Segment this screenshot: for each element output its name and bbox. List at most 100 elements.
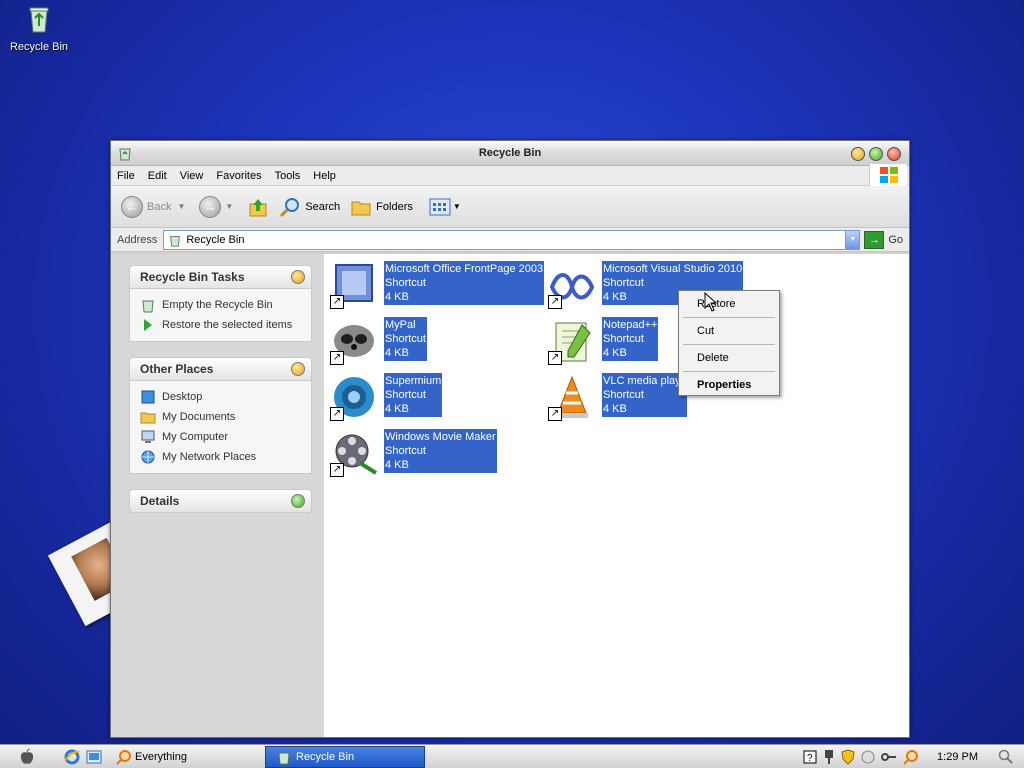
mypal-icon: ↗ xyxy=(330,317,378,365)
visual-studio-icon: ↗ xyxy=(548,261,596,309)
menu-help[interactable]: Help xyxy=(313,170,336,182)
chevron-down-icon: ▼ xyxy=(225,202,234,211)
recycle-bin-icon xyxy=(170,235,181,247)
place-network-link[interactable]: My Network Places xyxy=(140,447,301,467)
file-item[interactable]: ↗ Supermium Shortcut 4 KB xyxy=(330,373,443,421)
context-restore[interactable]: Restore xyxy=(679,293,779,315)
shortcut-arrow-icon: ↗ xyxy=(330,295,344,309)
menu-favorites[interactable]: Favorites xyxy=(216,170,261,182)
file-name: Windows Movie Maker xyxy=(385,431,496,443)
expand-icon[interactable] xyxy=(291,494,305,508)
everything-search-icon[interactable] xyxy=(903,749,919,765)
file-item[interactable]: ↗ Notepad++ Shortcut 4 KB xyxy=(548,317,659,365)
context-delete[interactable]: Delete xyxy=(679,347,779,369)
menu-bar: File Edit View Favorites Tools Help xyxy=(111,164,909,186)
context-menu: Restore Cut Delete Properties xyxy=(678,290,780,396)
menu-tools[interactable]: Tools xyxy=(275,170,301,182)
toolbar: ← Back ▼ → ▼ Search Folders ▼ xyxy=(111,186,909,228)
place-my-documents-link[interactable]: My Documents xyxy=(140,407,301,427)
desktop-recycle-bin[interactable]: Recycle Bin xyxy=(6,2,72,53)
back-button[interactable]: ← Back ▼ xyxy=(121,195,189,218)
file-type: Shortcut xyxy=(385,389,426,401)
menu-separator xyxy=(683,371,775,372)
window-title: Recycle Bin xyxy=(478,147,542,159)
address-input[interactable]: Recycle Bin ▼ xyxy=(163,229,861,250)
file-item[interactable]: ↗ Microsoft Office FrontPage 2003 Shortc… xyxy=(330,261,545,309)
places-panel-header[interactable]: Other Places xyxy=(129,357,312,381)
plug-icon[interactable] xyxy=(823,749,835,765)
everything-taskbar-button[interactable]: Everything xyxy=(116,749,187,765)
maximize-button[interactable] xyxy=(869,147,883,161)
quicklaunch-desktop[interactable] xyxy=(86,749,102,765)
shield-icon[interactable] xyxy=(841,749,855,765)
shortcut-arrow-icon: ↗ xyxy=(548,407,562,421)
file-item[interactable]: ↗ MyPal Shortcut 4 KB xyxy=(330,317,427,365)
place-my-computer-link[interactable]: My Computer xyxy=(140,427,301,447)
search-icon[interactable] xyxy=(998,749,1014,765)
empty-recycle-bin-link[interactable]: Empty the Recycle Bin xyxy=(140,295,301,315)
shortcut-arrow-icon: ↗ xyxy=(330,351,344,365)
recycle-bin-icon xyxy=(142,300,154,313)
up-folder-button[interactable] xyxy=(247,196,269,218)
file-size: 4 KB xyxy=(385,403,409,415)
address-bar: Address Recycle Bin ▼ → Go xyxy=(111,228,909,252)
file-item[interactable]: ↗ VLC media player Shortcut 4 KB xyxy=(548,373,687,421)
quicklaunch-ie[interactable] xyxy=(64,749,80,765)
go-button[interactable]: → Go xyxy=(864,230,903,249)
file-type: Shortcut xyxy=(385,445,426,457)
network-places-icon xyxy=(141,450,155,464)
globe-icon[interactable] xyxy=(861,750,875,764)
menu-file[interactable]: File xyxy=(117,170,135,182)
place-desktop-label: Desktop xyxy=(162,391,203,403)
search-icon xyxy=(280,197,300,217)
start-button[interactable] xyxy=(18,748,36,766)
context-cut[interactable]: Cut xyxy=(679,320,779,342)
file-name: Microsoft Visual Studio 2010 xyxy=(603,263,743,275)
svg-text:?: ? xyxy=(807,753,813,764)
back-arrow-icon: ← xyxy=(121,195,143,218)
tasks-panel-header[interactable]: Recycle Bin Tasks xyxy=(129,265,312,289)
active-window-label: Recycle Bin xyxy=(296,751,355,763)
menu-edit[interactable]: Edit xyxy=(148,170,167,182)
shortcut-arrow-icon: ↗ xyxy=(548,351,562,365)
context-properties[interactable]: Properties xyxy=(679,374,779,396)
folders-button[interactable]: Folders xyxy=(350,196,413,218)
title-bar[interactable]: Recycle Bin xyxy=(111,141,909,166)
supermium-icon: ↗ xyxy=(330,373,378,421)
details-panel-header[interactable]: Details xyxy=(129,489,312,513)
view-grid-icon xyxy=(429,198,451,215)
clock: 1:29 PM xyxy=(937,751,978,763)
windows-flag-icon xyxy=(869,164,907,186)
file-list: ↗ Microsoft Office FrontPage 2003 Shortc… xyxy=(324,254,909,737)
places-panel-title: Other Places xyxy=(140,362,214,376)
key-icon[interactable] xyxy=(881,752,897,762)
close-button[interactable] xyxy=(887,147,901,161)
place-my-documents-label: My Documents xyxy=(162,411,236,423)
search-button[interactable]: Search xyxy=(279,196,340,218)
collapse-icon[interactable] xyxy=(291,270,305,284)
file-name: Supermium xyxy=(385,375,442,387)
everything-label: Everything xyxy=(135,750,187,763)
address-dropdown-button[interactable]: ▼ xyxy=(845,230,860,249)
restore-selected-link[interactable]: Restore the selected items xyxy=(140,315,301,335)
file-item[interactable]: ↗ Windows Movie Maker Shortcut 4 KB xyxy=(330,429,497,477)
file-name: Notepad++ xyxy=(603,319,658,331)
menu-view[interactable]: View xyxy=(180,170,204,182)
address-label: Address xyxy=(117,233,158,246)
help-icon[interactable]: ? xyxy=(803,750,817,764)
vlc-icon: ↗ xyxy=(548,373,596,421)
place-desktop-link[interactable]: Desktop xyxy=(140,387,301,407)
minimize-button[interactable] xyxy=(851,147,865,161)
file-name: VLC media player xyxy=(603,375,687,387)
views-button[interactable]: ▼ xyxy=(429,197,465,217)
my-documents-icon xyxy=(140,412,156,424)
frontpage-icon: ↗ xyxy=(330,261,378,309)
taskbar: Everything Recycle Bin ? 1:29 PM xyxy=(0,744,1024,768)
collapse-icon[interactable] xyxy=(291,362,305,376)
file-size: 4 KB xyxy=(385,347,409,359)
file-size: 4 KB xyxy=(385,291,409,303)
file-type: Shortcut xyxy=(603,389,644,401)
restore-arrow-icon xyxy=(144,319,152,331)
forward-button[interactable]: → ▼ xyxy=(199,195,237,218)
recycle-bin-taskbar-button[interactable]: Recycle Bin xyxy=(265,746,425,768)
